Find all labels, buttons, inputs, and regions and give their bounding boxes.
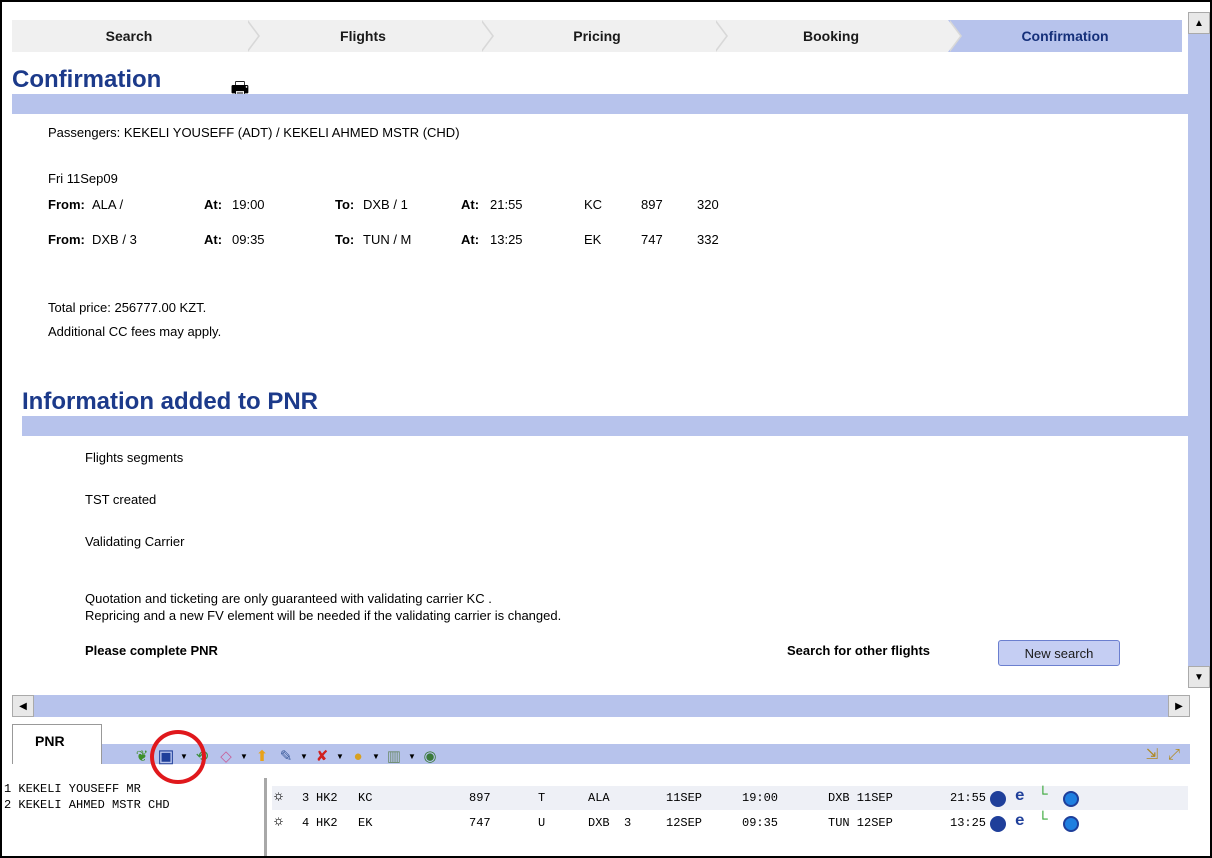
total-price: Total price: 256777.00 KZT. [48, 300, 207, 315]
passengers-text: Passengers: KEKELI YOUSEFF (ADT) / KEKEL… [48, 125, 460, 140]
step-flights[interactable]: Flights [246, 20, 494, 52]
chart-icon[interactable]: ▥ [384, 746, 404, 766]
eticket-icon[interactable]: e [1015, 812, 1025, 830]
tab-pnr[interactable]: PNR [12, 724, 102, 764]
coin-icon[interactable]: ● [348, 746, 368, 766]
wizard-steps: Search Flights Pricing Booking Confirmat… [12, 20, 1182, 52]
step-search[interactable]: Search [12, 20, 260, 52]
table-row[interactable]: ☼ 4 HK2 EK 747 U DXB 3 12SEP 09:35 TUN 1… [272, 811, 1188, 835]
search-other-label: Search for other flights [787, 643, 931, 658]
sun-icon: ☼ [274, 813, 284, 830]
step-confirmation[interactable]: Confirmation [948, 20, 1182, 52]
edit-icon[interactable]: ✎ [276, 746, 296, 766]
horizontal-scrollbar[interactable]: ◀ ▶ [12, 695, 1190, 717]
panel-tools: ⇲ ⤢ [1142, 744, 1184, 764]
complete-pnr-label: Please complete PNR [85, 643, 218, 658]
validating-note-line2: Repricing and a new FV element will be n… [85, 608, 562, 623]
eraser-icon[interactable]: ◇ [216, 746, 236, 766]
sun-icon: ☼ [274, 788, 284, 805]
up-arrow-icon[interactable]: ⬆ [252, 746, 272, 766]
scroll-right-icon[interactable]: ▶ [1168, 695, 1190, 717]
cc-fees-note: Additional CC fees may apply. [48, 324, 222, 339]
highlight-circle [150, 730, 206, 784]
info-icon[interactable] [1063, 791, 1079, 807]
pnr-info-item: TST created [85, 492, 157, 507]
delete-icon[interactable]: ✘ [312, 746, 332, 766]
scroll-down-icon[interactable]: ▼ [1188, 666, 1210, 688]
panel-divider[interactable] [264, 778, 267, 856]
chevron-down-icon[interactable]: ▼ [240, 746, 248, 766]
clock-icon[interactable] [990, 791, 1006, 807]
list-item[interactable]: 1 KEKELI YOUSEFF MR [4, 782, 141, 796]
step-booking[interactable]: Booking [714, 20, 962, 52]
confirmation-band [12, 94, 1188, 114]
confirmation-title: Confirmation [12, 66, 162, 93]
chevron-down-icon[interactable]: ▼ [408, 746, 416, 766]
pnr-info-item: Validating Carrier [85, 534, 185, 549]
green-leaf-icon[interactable]: ❦ [132, 746, 152, 766]
seat-icon[interactable]: └ [1038, 786, 1048, 804]
eticket-icon[interactable]: e [1015, 787, 1025, 805]
vertical-scrollbar[interactable]: ▲ ▼ [1188, 12, 1210, 688]
info-icon[interactable] [1063, 816, 1079, 832]
chevron-down-icon[interactable]: ▼ [336, 746, 344, 766]
table-row[interactable]: ☼ 3 HK2 KC 897 T ALA 11SEP 19:00 DXB 11S… [272, 786, 1188, 810]
new-search-button[interactable]: New search [998, 640, 1120, 666]
chevron-down-icon[interactable]: ▼ [300, 746, 308, 766]
pnr-info-band [22, 416, 1188, 436]
view-icon[interactable]: ◉ [420, 746, 440, 766]
list-item[interactable]: 2 KEKELI AHMED MSTR CHD [4, 798, 170, 812]
chevron-down-icon[interactable]: ▼ [372, 746, 380, 766]
restore-icon[interactable]: ⇲ [1142, 744, 1162, 764]
pnr-info-item: Flights segments [85, 450, 184, 465]
flight-date: Fri 11Sep09 [48, 171, 118, 186]
maximize-icon[interactable]: ⤢ [1164, 744, 1184, 764]
scroll-left-icon[interactable]: ◀ [12, 695, 34, 717]
validating-note-line1: Quotation and ticketing are only guarant… [85, 591, 492, 606]
scroll-up-icon[interactable]: ▲ [1188, 12, 1210, 34]
app-frame: Search Flights Pricing Booking Confirmat… [0, 0, 1212, 858]
step-pricing[interactable]: Pricing [480, 20, 728, 52]
pnr-info-title: Information added to PNR [22, 388, 318, 415]
clock-icon[interactable] [990, 816, 1006, 832]
seat-icon[interactable]: └ [1038, 811, 1048, 829]
